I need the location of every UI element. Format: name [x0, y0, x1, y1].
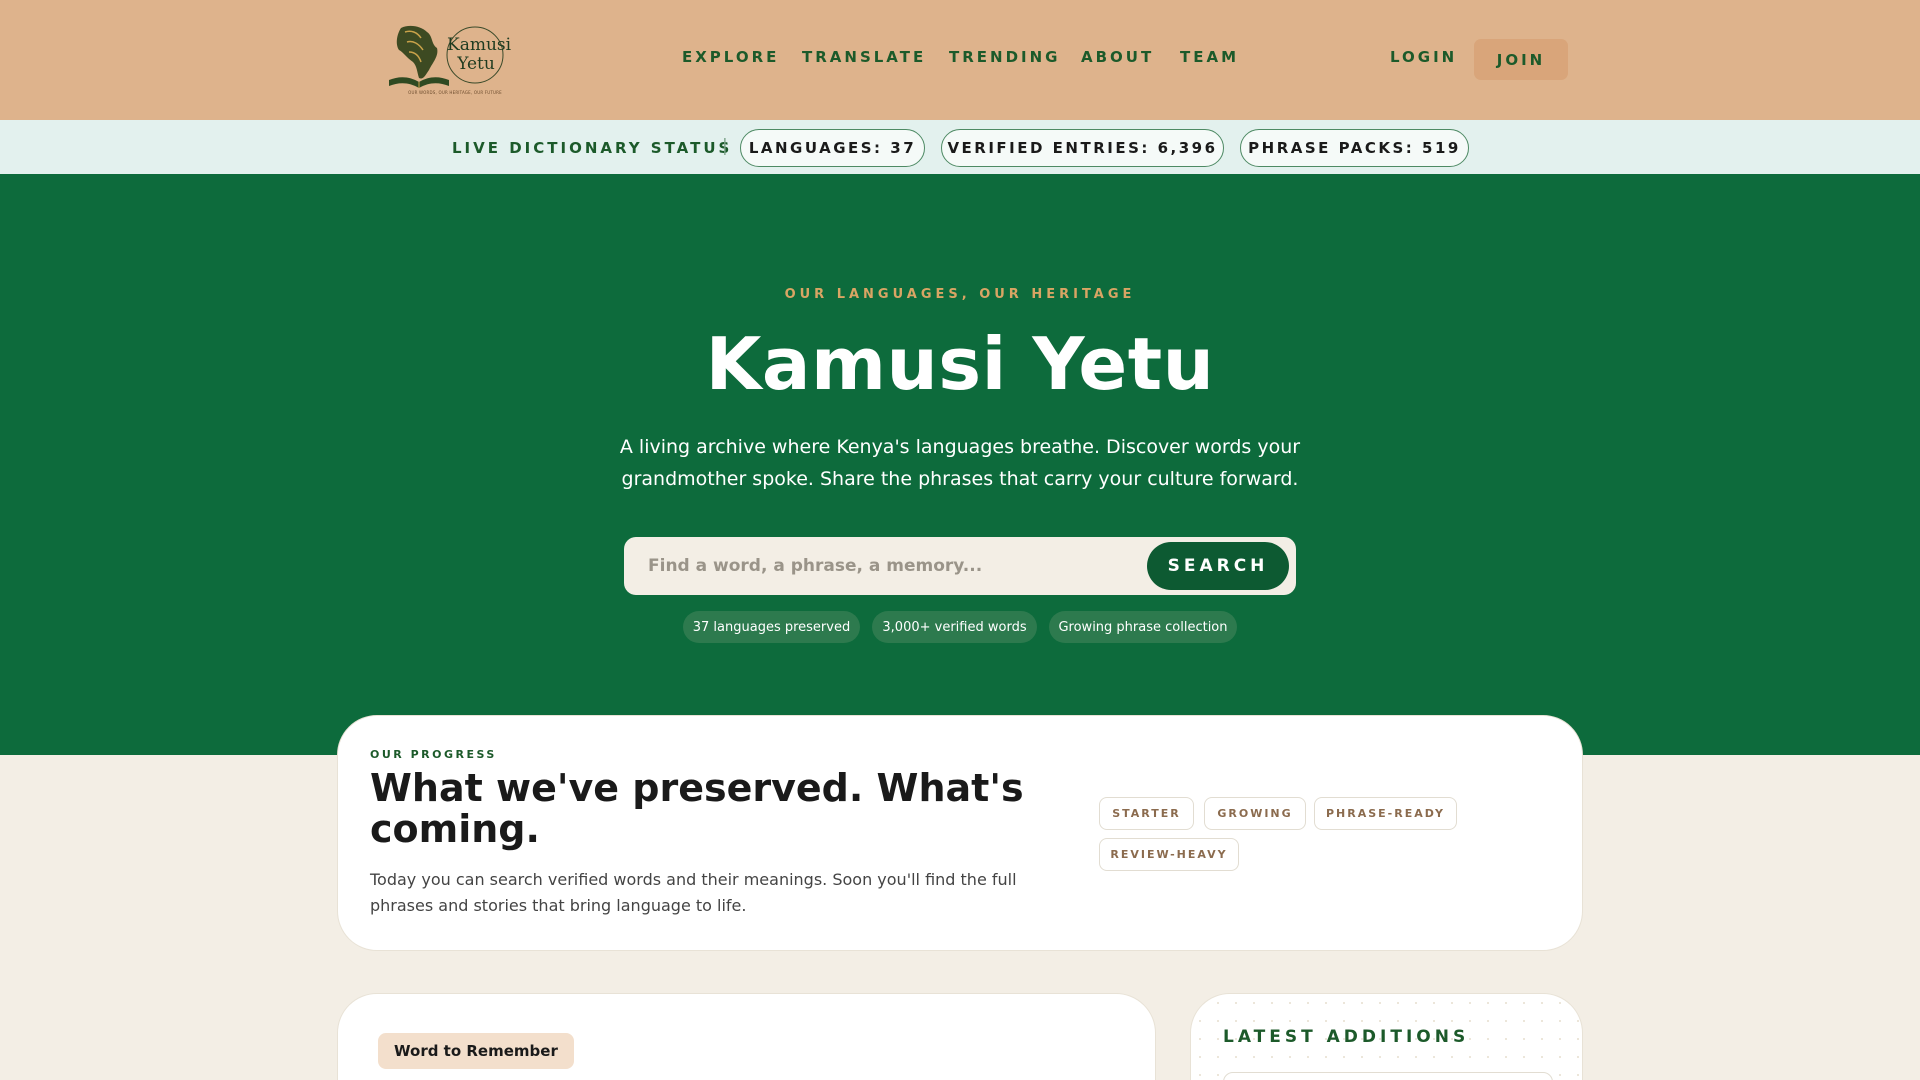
latest-addition-item[interactable]	[1223, 1072, 1553, 1080]
level-tag-starter[interactable]: STARTER	[1099, 797, 1194, 830]
status-label: LIVE DICTIONARY STATUS	[452, 139, 733, 157]
hero-subtitle: A living archive where Kenya's languages…	[619, 436, 1301, 490]
hero-title: Kamusi Yetu	[705, 322, 1215, 406]
hero-chip-phrase-collection: Growing phrase collection	[1049, 611, 1237, 643]
level-tag-growing[interactable]: GROWING	[1204, 797, 1306, 830]
status-pill-languages: LANGUAGES: 37	[740, 129, 925, 167]
search-box: SEARCH	[624, 537, 1296, 595]
progress-description: Today you can search verified words and …	[370, 870, 1017, 915]
nav-team[interactable]: TEAM	[1180, 48, 1239, 66]
status-pill-verified-entries: VERIFIED ENTRIES: 6,396	[941, 129, 1224, 167]
progress-card: OUR PROGRESS What we've preserved. What'…	[337, 715, 1583, 951]
search-button[interactable]: SEARCH	[1147, 542, 1289, 590]
login-link[interactable]: LOGIN	[1390, 48, 1457, 66]
search-input[interactable]	[648, 537, 1128, 595]
progress-kicker: OUR PROGRESS	[370, 748, 497, 761]
hero-kicker: OUR LANGUAGES, OUR HERITAGE	[784, 287, 1136, 302]
latest-additions-card: LATEST ADDITIONS	[1190, 993, 1583, 1080]
nav-translate[interactable]: TRANSLATE	[802, 48, 926, 66]
nav-trending[interactable]: TRENDING	[949, 48, 1060, 66]
hero-section: OUR LANGUAGES, OUR HERITAGE Kamusi Yetu …	[0, 174, 1920, 755]
nav-about[interactable]: ABOUT	[1081, 48, 1154, 66]
hero-chip-verified-words: 3,000+ verified words	[872, 611, 1037, 643]
latest-additions-title: LATEST ADDITIONS	[1223, 1027, 1470, 1047]
join-button[interactable]: JOIN	[1474, 39, 1568, 80]
level-tag-phrase-ready[interactable]: PHRASE-READY	[1314, 797, 1457, 830]
logo-tagline: OUR WORDS, OUR HERITAGE, OUR FUTURE	[408, 90, 502, 95]
status-divider: |	[722, 136, 728, 156]
site-header: Kamusi Yetu OUR WORDS, OUR HERITAGE, OUR…	[0, 0, 1920, 120]
level-tag-review-heavy[interactable]: REVIEW-HEAVY	[1099, 838, 1239, 871]
status-pill-phrase-packs: PHRASE PACKS: 519	[1240, 129, 1469, 167]
main-nav: EXPLORE TRANSLATE TRENDING ABOUT TEAM	[0, 48, 1920, 68]
live-status-bar: LIVE DICTIONARY STATUS | LANGUAGES: 37 V…	[0, 120, 1920, 174]
nav-explore[interactable]: EXPLORE	[682, 48, 779, 66]
word-to-remember-card: Word to Remember	[337, 993, 1156, 1080]
hero-chip-languages: 37 languages preserved	[683, 611, 860, 643]
progress-title: What we've preserved. What's coming.	[370, 766, 1024, 851]
word-to-remember-badge: Word to Remember	[378, 1033, 574, 1069]
